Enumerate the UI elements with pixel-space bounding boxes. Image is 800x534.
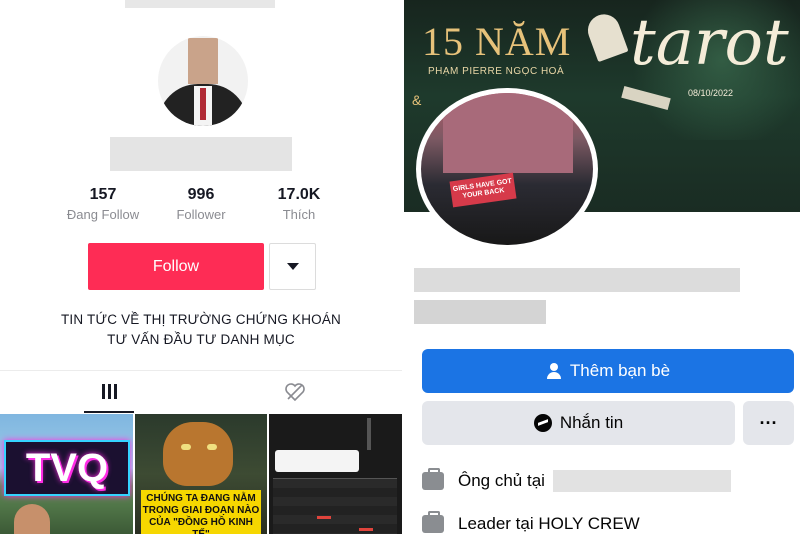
likes-count: 17.0K — [277, 186, 321, 203]
display-name-blurred — [110, 137, 292, 171]
suggested-accounts-button[interactable] — [269, 243, 316, 290]
cover-years-text: 15 NĂM — [422, 19, 572, 64]
briefcase-icon — [422, 511, 444, 533]
info-leader-text: Leader tại HOLY CREW — [458, 514, 640, 533]
tab-liked[interactable] — [280, 371, 310, 413]
add-friend-icon — [546, 363, 562, 379]
video-thumbnail[interactable] — [269, 414, 402, 534]
avatar[interactable] — [158, 36, 248, 126]
face-blurred — [188, 38, 218, 84]
video-caption: CHÚNG TA ĐANG NẰM TRONG GIAI ĐOẠN NÀO CỦ… — [141, 490, 261, 534]
username-blurred — [125, 0, 275, 8]
profile-tabs — [0, 370, 402, 413]
messenger-icon — [533, 414, 552, 432]
info-work-text: Ông chủ tại — [458, 471, 545, 490]
video-thumbnail[interactable]: CHÚNG TA ĐANG NẰM TRONG GIAI ĐOẠN NÀO CỦ… — [135, 414, 267, 534]
heart-hidden-icon — [285, 383, 305, 402]
cover-amp-text: & — [412, 92, 422, 108]
bio-line-2: TƯ VẤN ĐẦU TƯ DANH MỤC — [107, 332, 295, 347]
message-label: Nhắn tin — [559, 413, 624, 432]
following-label: Đang Follow — [66, 207, 140, 222]
cover-date-text: 08/10/2022 — [688, 88, 734, 98]
display-name-blurred — [414, 268, 740, 292]
followers-count: 996 — [187, 186, 215, 203]
likes-label: Thích — [282, 207, 316, 222]
add-friend-button[interactable]: Thêm bạn bè — [422, 349, 794, 393]
following-stat[interactable]: 157 Đang Follow — [58, 186, 148, 222]
more-options-button[interactable]: ··· — [743, 401, 794, 445]
message-button[interactable]: Nhắn tin — [422, 401, 735, 445]
followers-label: Follower — [176, 207, 226, 222]
tiktok-profile: 157 Đang Follow 996 Follower 17.0K Thích… — [0, 0, 402, 534]
follow-button[interactable]: Follow — [88, 243, 264, 290]
likes-stat[interactable]: 17.0K Thích — [254, 186, 344, 222]
faces-blurred — [443, 93, 573, 173]
facebook-profile: 15 NĂM PHẠM PIERRE NGỌC HOÀ tarot 08/10/… — [402, 0, 800, 534]
cover-host-text: PHẠM PIERRE NGỌC HOÀ — [428, 66, 565, 77]
video-thumbnail[interactable]: TVQ — [0, 414, 133, 534]
avatar-sign-text: GIRLS HAVE GOT YOUR BACK — [449, 172, 517, 208]
bio-line-1: TIN TỨC VỀ THỊ TRƯỜNG CHỨNG KHOÁN — [60, 312, 342, 327]
nickname-blurred — [414, 300, 546, 324]
grid-icon — [101, 383, 117, 399]
caret-down-icon — [286, 263, 299, 270]
tab-videos[interactable] — [84, 371, 134, 413]
following-count: 157 — [89, 186, 117, 203]
avatar[interactable]: GIRLS HAVE GOT YOUR BACK — [416, 88, 598, 250]
info-row-leader: Leader tại HOLY CREW — [422, 511, 640, 534]
add-friend-label: Thêm bạn bè — [569, 361, 671, 380]
info-row-work: Ông chủ tại — [422, 468, 731, 492]
cover-tarot-text: tarot — [630, 6, 789, 80]
video-logo: TVQ — [4, 440, 130, 496]
briefcase-icon — [422, 468, 444, 490]
followers-stat[interactable]: 996 Follower — [156, 186, 246, 222]
workplace-blurred — [552, 470, 731, 492]
